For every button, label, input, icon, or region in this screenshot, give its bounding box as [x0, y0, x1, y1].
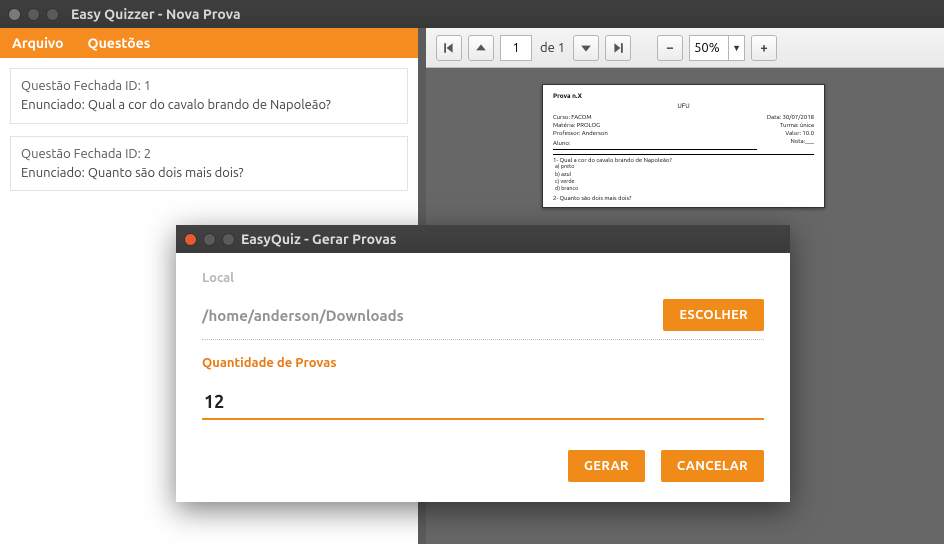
local-label: Local: [202, 271, 764, 285]
quantidade-input[interactable]: [202, 388, 764, 420]
gerar-button[interactable]: GERAR: [568, 450, 645, 482]
dialog-title: EasyQuiz - Gerar Provas: [241, 231, 396, 247]
cancelar-button[interactable]: CANCELAR: [661, 450, 764, 482]
local-path: /home/anderson/Downloads: [202, 307, 663, 324]
qtd-label: Quantidade de Provas: [202, 356, 764, 370]
minimize-icon[interactable]: [203, 233, 216, 246]
dialog-titlebar: EasyQuiz - Gerar Provas: [176, 225, 790, 253]
modal-overlay: EasyQuiz - Gerar Provas Local /home/ande…: [0, 0, 944, 544]
close-icon[interactable]: [184, 233, 197, 246]
maximize-icon[interactable]: [222, 233, 235, 246]
gerar-provas-dialog: EasyQuiz - Gerar Provas Local /home/ande…: [176, 225, 790, 502]
escolher-button[interactable]: ESCOLHER: [663, 299, 764, 331]
divider: [202, 339, 764, 340]
